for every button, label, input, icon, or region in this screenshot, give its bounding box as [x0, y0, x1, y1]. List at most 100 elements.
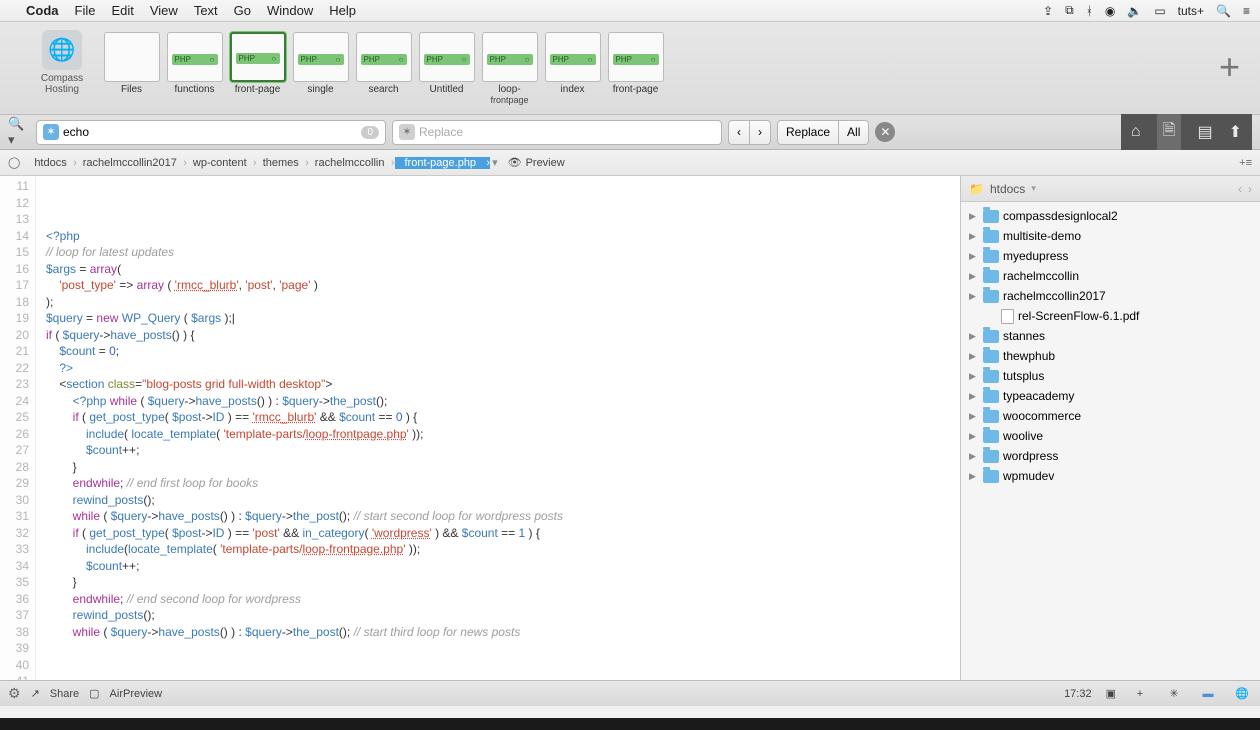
terminal-view-icon[interactable]: ▤: [1197, 122, 1212, 142]
share-label[interactable]: Share: [50, 688, 79, 700]
code-line[interactable]: // loop for latest updates: [46, 244, 960, 261]
tree-item-rel-ScreenFlow-6.1.pdf[interactable]: rel-ScreenFlow-6.1.pdf: [961, 306, 1260, 326]
tab-front-page[interactable]: PHP○front-page: [604, 30, 667, 110]
tree-item-woolive[interactable]: ▶woolive: [961, 426, 1260, 446]
share-icon[interactable]: ↗: [31, 687, 40, 700]
find-input[interactable]: [63, 125, 379, 139]
tab-index[interactable]: PHP○index: [541, 30, 604, 110]
code-line[interactable]: if ( get_post_type( $post->ID ) == 'post…: [46, 525, 960, 542]
add-action-icon[interactable]: +: [1130, 686, 1150, 702]
tab-Untitled[interactable]: PHP○Untitled: [415, 30, 478, 110]
tab-functions[interactable]: PHP○functions: [163, 30, 226, 110]
code-line[interactable]: }: [46, 459, 960, 476]
settings-gear-icon[interactable]: ⚙: [8, 685, 21, 702]
symbols-icon[interactable]: ▣: [1106, 687, 1116, 700]
find-next-button[interactable]: ›: [750, 120, 771, 145]
code-line[interactable]: <?php while ( $query->have_posts() ) : $…: [46, 393, 960, 410]
tree-item-rachelmccollin2017[interactable]: ▶rachelmccollin2017: [961, 286, 1260, 306]
tree-item-wordpress[interactable]: ▶wordpress: [961, 446, 1260, 466]
sidebar-root-label[interactable]: htdocs: [990, 182, 1025, 196]
breadcrumb-rachelmccollin[interactable]: rachelmccollin: [309, 157, 395, 169]
tree-item-compassdesignlocal2[interactable]: ▶compassdesignlocal2: [961, 206, 1260, 226]
publish-view-icon[interactable]: ⬆: [1229, 122, 1242, 142]
code-line[interactable]: while ( $query->have_posts() ) : $query-…: [46, 508, 960, 525]
menu-help[interactable]: Help: [329, 3, 356, 18]
breadcrumb-htdocs[interactable]: htdocs: [28, 157, 76, 169]
tree-item-stannes[interactable]: ▶stannes: [961, 326, 1260, 346]
new-tab-button[interactable]: +: [1219, 46, 1240, 88]
bluetooth-icon[interactable]: ᚼ: [1086, 4, 1093, 18]
code-line[interactable]: }: [46, 574, 960, 591]
gear-action-icon[interactable]: ✳: [1164, 686, 1184, 702]
replace-mode-icon[interactable]: ✶: [399, 124, 415, 140]
code-line[interactable]: rewind_posts();: [46, 492, 960, 509]
app-name[interactable]: Coda: [26, 3, 59, 18]
spotlight-icon[interactable]: 🔍: [1216, 4, 1231, 18]
user-name[interactable]: tuts+: [1178, 4, 1204, 18]
sidebar-back-icon[interactable]: ‹: [1238, 182, 1242, 196]
code-line[interactable]: endwhile; // end second loop for wordpre…: [46, 591, 960, 608]
code-line[interactable]: rewind_posts();: [46, 607, 960, 624]
menu-text[interactable]: Text: [194, 3, 218, 18]
find-prev-button[interactable]: ‹: [728, 120, 750, 145]
tab-loop-[interactable]: PHP○loop-frontpage: [478, 30, 541, 110]
code-line[interactable]: );: [46, 294, 960, 311]
menu-window[interactable]: Window: [267, 3, 313, 18]
code-line[interactable]: $query = new WP_Query ( $args );|: [46, 310, 960, 327]
menu-file[interactable]: File: [75, 3, 96, 18]
tree-item-tutsplus[interactable]: ▶tutsplus: [961, 366, 1260, 386]
tab-single[interactable]: PHP○single: [289, 30, 352, 110]
split-add-icon[interactable]: +≡: [1239, 157, 1252, 169]
menu-go[interactable]: Go: [234, 3, 251, 18]
tree-item-wpmudev[interactable]: ▶wpmudev: [961, 466, 1260, 486]
menu-icon[interactable]: ≡: [1243, 4, 1250, 18]
tree-item-myedupress[interactable]: ▶myedupress: [961, 246, 1260, 266]
breadcrumb-front-page.php[interactable]: front-page.php: [395, 157, 491, 169]
local-mode-icon[interactable]: ▬: [1198, 686, 1218, 702]
code-line[interactable]: endwhile; // end first loop for books: [46, 475, 960, 492]
wifi-icon[interactable]: ◉: [1105, 4, 1115, 18]
dropbox-icon[interactable]: ⇪: [1043, 4, 1053, 18]
replace-input[interactable]: [419, 125, 715, 139]
tab-Files[interactable]: Files: [100, 30, 163, 110]
menu-edit[interactable]: Edit: [111, 3, 133, 18]
breadcrumb-rachelmccollin2017[interactable]: rachelmccollin2017: [77, 157, 187, 169]
sidebar-forward-icon[interactable]: ›: [1248, 182, 1252, 196]
code-line[interactable]: $count = 0;: [46, 343, 960, 360]
screen-icon[interactable]: ⧉: [1065, 3, 1074, 18]
path-root-icon[interactable]: ◯: [0, 156, 28, 169]
battery-icon[interactable]: ▭: [1154, 4, 1165, 18]
close-findbar-button[interactable]: ✕: [875, 122, 895, 142]
preview-button[interactable]: 👁 Preview: [508, 156, 565, 169]
code-line[interactable]: while ( $query->have_posts() ) : $query-…: [46, 624, 960, 641]
replace-field[interactable]: ✶: [392, 120, 722, 145]
find-field[interactable]: ✶ 0: [36, 120, 386, 145]
remote-mode-icon[interactable]: 🌐: [1232, 686, 1252, 702]
code-line[interactable]: if ( get_post_type( $post->ID ) == 'rmcc…: [46, 409, 960, 426]
tree-item-typeacademy[interactable]: ▶typeacademy: [961, 386, 1260, 406]
code-line[interactable]: 'post_type' => array ( 'rmcc_blurb', 'po…: [46, 277, 960, 294]
home-view-icon[interactable]: ⌂: [1131, 123, 1141, 141]
breadcrumb-wp-content[interactable]: wp-content: [187, 157, 257, 169]
regex-icon[interactable]: ✶: [43, 124, 59, 140]
site-tile[interactable]: 🌐 Compass Hosting: [34, 30, 90, 95]
code-editor[interactable]: 1112131415161718192021222324252627282930…: [0, 176, 960, 680]
volume-icon[interactable]: 🔈: [1127, 4, 1142, 18]
breadcrumb-themes[interactable]: themes: [257, 157, 309, 169]
replace-button[interactable]: Replace: [777, 120, 839, 145]
code-line[interactable]: <?php: [46, 228, 960, 245]
tree-item-thewphub[interactable]: ▶thewphub: [961, 346, 1260, 366]
code-area[interactable]: <?php// loop for latest updates$args = a…: [36, 176, 960, 680]
code-line[interactable]: $args = array(: [46, 261, 960, 278]
tree-item-woocommerce[interactable]: ▶woocommerce: [961, 406, 1260, 426]
code-line[interactable]: <section class="blog-posts grid full-wid…: [46, 376, 960, 393]
tree-item-multisite-demo[interactable]: ▶multisite-demo: [961, 226, 1260, 246]
menu-view[interactable]: View: [150, 3, 178, 18]
airpreview-icon[interactable]: ▢: [89, 687, 99, 700]
tab-search[interactable]: PHP○search: [352, 30, 415, 110]
files-view-icon[interactable]: 🗎: [1157, 113, 1182, 152]
tab-front-page[interactable]: PHP○front-page: [226, 30, 289, 110]
search-dropdown-icon[interactable]: 🔍▾: [8, 121, 30, 143]
code-line[interactable]: include( locate_template( 'template-part…: [46, 426, 960, 443]
code-line[interactable]: include(locate_template( 'template-parts…: [46, 541, 960, 558]
